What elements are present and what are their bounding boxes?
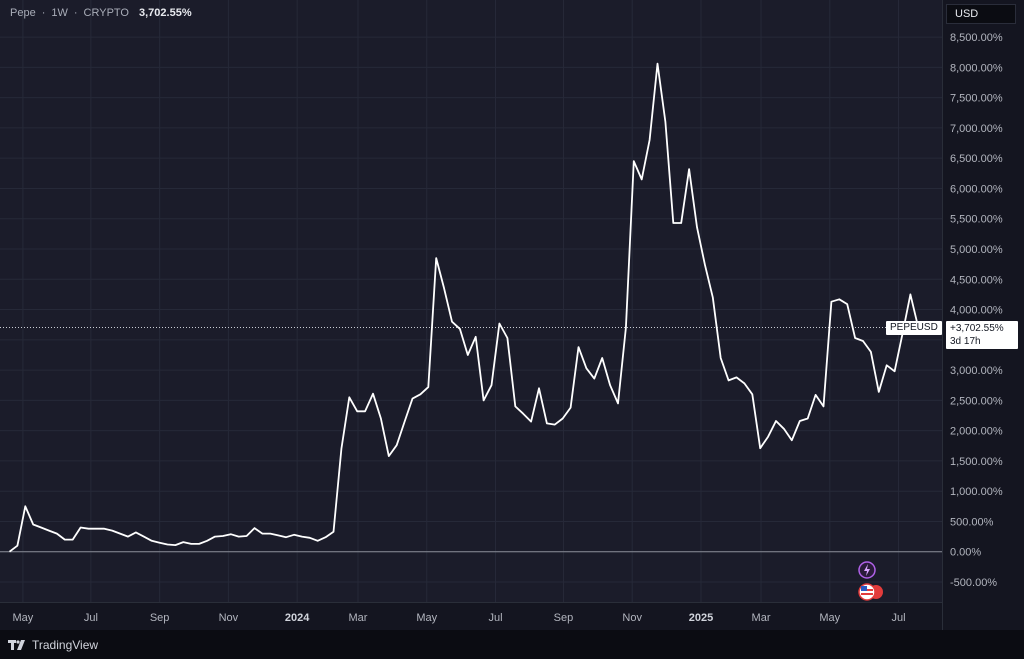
x-tick-label: Nov [219, 612, 239, 624]
x-tick-label: Jul [892, 612, 906, 624]
chart: -500.00% 0.00% 500.00% 1,000.00% 1,500.00% 2,… [0, 0, 1024, 630]
x-tick-label: Sep [150, 612, 170, 624]
currency-button[interactable]: USD [946, 4, 1016, 24]
y-tick-label: 8,000.00% [950, 62, 1003, 74]
symbol-tag: PEPEUSD [886, 320, 942, 335]
grid [0, 0, 1024, 630]
y-tick-label: 6,500.00% [950, 153, 1003, 165]
y-tick-label: 7,500.00% [950, 93, 1003, 105]
footer: TradingView [0, 630, 1024, 659]
lightning-icon[interactable] [858, 561, 876, 579]
us-flag-icon[interactable] [858, 583, 883, 601]
chart-header: Pepe · 1W · CRYPTO 3,702.55% [10, 7, 192, 19]
x-tick-label: Mar [349, 612, 368, 624]
y-tick-label: 8,500.00% [950, 32, 1003, 44]
y-tick-label: 4,500.00% [950, 274, 1003, 286]
header-value: 3,702.55% [139, 7, 192, 19]
plot-background [0, 0, 1024, 630]
x-tick-label: Jul [84, 612, 98, 624]
x-tick-label: Mar [752, 612, 771, 624]
y-tick-label: 5,000.00% [950, 244, 1003, 256]
exchange: CRYPTO [83, 7, 129, 19]
x-tick-label: Nov [622, 612, 642, 624]
x-tick-label: May [416, 612, 437, 624]
y-tick-label: 0.00% [950, 547, 981, 559]
tradingview-icon [8, 639, 25, 650]
y-tick-label: 1,000.00% [950, 486, 1003, 498]
brand-name: TradingView [32, 637, 99, 652]
last-value: +3,702.55% [950, 322, 1004, 334]
interval[interactable]: 1W [51, 7, 68, 19]
y-tick-label: 5,500.00% [950, 214, 1003, 226]
y-tick-label: 7,000.00% [950, 123, 1003, 135]
time-scale-background [0, 602, 942, 630]
x-tick-label: May [819, 612, 840, 624]
bar-countdown: 3d 17h [950, 335, 981, 347]
y-tick-label: 1,500.00% [950, 456, 1003, 468]
separator: · [41, 7, 46, 19]
y-tick-label: 2,000.00% [950, 426, 1003, 438]
y-tick-label: 3,000.00% [950, 365, 1003, 377]
y-tick-label: 4,000.00% [950, 305, 1003, 317]
last-value-tag: +3,702.55% 3d 17h [946, 320, 1018, 349]
separator: · [73, 7, 78, 19]
x-tick-label: Sep [554, 612, 574, 624]
x-tick-label: 2025 [689, 612, 713, 624]
symbol-name[interactable]: Pepe [10, 7, 36, 19]
y-tick-label: 500.00% [950, 516, 994, 528]
y-tick-label: 2,500.00% [950, 395, 1003, 407]
x-tick-label: Jul [488, 612, 502, 624]
x-tick-label: May [13, 612, 34, 624]
y-tick-label: 6,000.00% [950, 183, 1003, 195]
y-tick-label: -500.00% [950, 577, 997, 589]
x-tick-label: 2024 [285, 612, 310, 624]
tradingview-logo[interactable]: TradingView [8, 638, 98, 652]
